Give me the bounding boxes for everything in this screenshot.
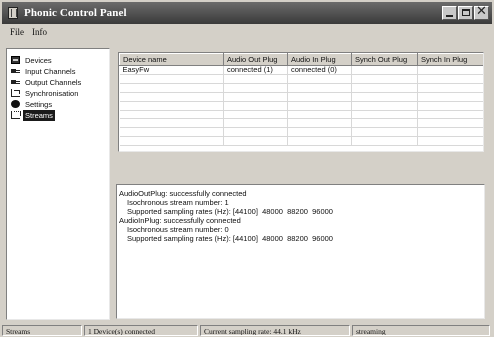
tree-item-label: Output Channels	[25, 78, 82, 87]
table-row[interactable]: EasyFw connected (1) connected (0)	[119, 65, 483, 75]
plug-icon	[11, 78, 20, 86]
app-icon	[8, 7, 18, 19]
column-header-synch-in-plug[interactable]: Synch In Plug	[417, 53, 483, 66]
empty-table-row	[119, 136, 483, 147]
log-output[interactable]: AudioOutPlug: successfully connected Iso…	[116, 184, 485, 319]
table-cell: connected (1)	[223, 65, 288, 75]
navigation-tree[interactable]: Devices Input Channels Output Channels S…	[6, 48, 110, 320]
minimize-icon	[446, 15, 453, 17]
status-devices: 1 Device(s) connected	[84, 325, 198, 336]
plug-icon	[11, 67, 20, 75]
maximize-button[interactable]	[458, 6, 473, 20]
log-line: Isochronous stream number: 1	[127, 198, 229, 207]
menu-file[interactable]: File	[10, 27, 24, 37]
minimize-button[interactable]	[442, 6, 457, 20]
title-bar[interactable]: Phonic Control Panel ✕	[2, 2, 492, 24]
table-cell: connected (0)	[287, 65, 352, 75]
empty-table-row	[119, 110, 483, 120]
tree-item-label: Settings	[25, 100, 53, 109]
column-header-synch-out-plug[interactable]: Synch Out Plug	[351, 53, 418, 66]
empty-table-row	[119, 83, 483, 93]
menu-info[interactable]: Info	[32, 27, 47, 37]
close-icon: ✕	[476, 4, 487, 19]
table-cell	[351, 65, 418, 75]
settings-icon	[11, 100, 20, 108]
maximize-icon	[462, 9, 470, 16]
log-line: Supported sampling rates (Hz): [44100] 4…	[127, 207, 333, 216]
log-line: Isochronous stream number: 0	[127, 225, 229, 234]
empty-table-row	[119, 118, 483, 129]
streams-table[interactable]: Device name Audio Out Plug Audio In Plug…	[118, 52, 484, 152]
log-line: Supported sampling rates (Hz): [44100] 4…	[127, 234, 333, 243]
status-state: streaming	[352, 325, 490, 336]
empty-table-row	[119, 74, 483, 84]
status-sampling-rate: Current sampling rate: 44.1 kHz	[200, 325, 350, 336]
tree-item-label: Synchronisation	[25, 89, 79, 98]
column-header-device-name[interactable]: Device name	[119, 53, 224, 66]
empty-table-row	[119, 92, 483, 102]
column-header-audio-in-plug[interactable]: Audio In Plug	[287, 53, 352, 66]
status-mode: Streams	[2, 325, 82, 336]
devices-icon	[11, 56, 20, 64]
status-bar: Streams 1 Device(s) connected Current sa…	[0, 324, 494, 337]
log-line: AudioInPlug: successfully connected	[119, 216, 241, 225]
streams-grid: Device name Audio Out Plug Audio In Plug…	[119, 53, 483, 147]
log-line: AudioOutPlug: successfully connected	[119, 189, 247, 198]
table-cell	[417, 65, 483, 75]
window-title: Phonic Control Panel	[24, 7, 127, 19]
close-button[interactable]: ✕	[474, 4, 489, 20]
tree-item-label: Devices	[25, 56, 52, 65]
app-window: Phonic Control Panel ✕ File Info Devices…	[0, 0, 494, 337]
table-header-row: Device name Audio Out Plug Audio In Plug…	[119, 53, 483, 66]
sync-icon	[11, 89, 20, 97]
empty-table-row	[119, 101, 483, 111]
streams-icon	[11, 111, 21, 119]
column-header-audio-out-plug[interactable]: Audio Out Plug	[223, 53, 288, 66]
empty-table-row	[119, 127, 483, 138]
tree-item-label: Input Channels	[25, 67, 76, 76]
menu-bar: File Info	[2, 25, 492, 40]
tree-item-label: Streams	[23, 110, 55, 121]
table-cell: EasyFw	[119, 65, 224, 75]
